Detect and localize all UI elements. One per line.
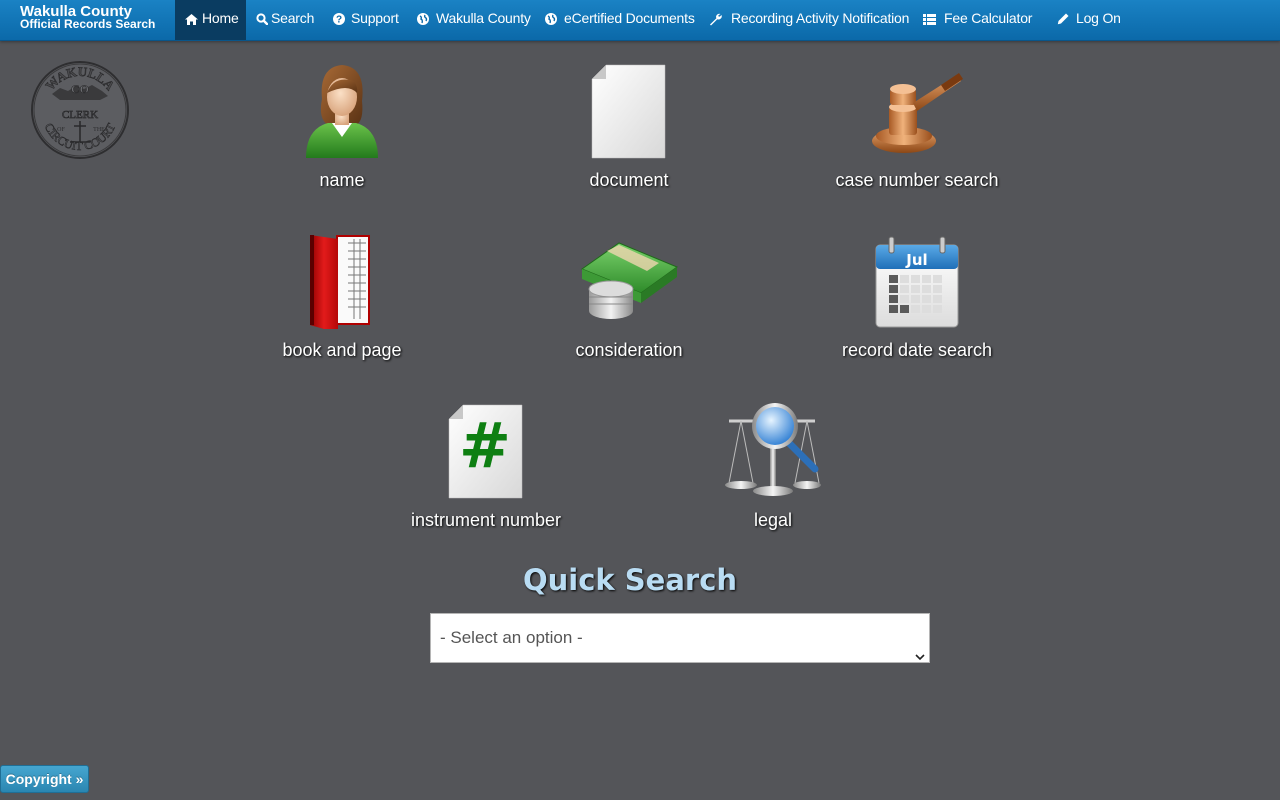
globe-icon <box>417 13 429 26</box>
nav-fee-calculator[interactable]: Fee Calculator <box>923 0 1032 40</box>
question-circle-icon: ? <box>333 13 345 26</box>
search-tile-name[interactable]: name <box>222 59 462 209</box>
nav-home-label: Home <box>202 10 239 26</box>
tile-label-case-number: case number search <box>835 170 999 190</box>
scales-magnifier-icon <box>723 399 823 499</box>
wakulla-clerk-seal-logo: WAKULLA CO CLERK OF THE CIRCUIT COURT <box>30 60 130 160</box>
svg-text:CLERK: CLERK <box>62 109 98 121</box>
hash-document-icon: # <box>436 399 536 499</box>
nav-search-label: Search <box>271 10 315 26</box>
tile-label-instrument-number: instrument number <box>410 510 562 530</box>
search-tile-record-date[interactable]: Jul record date search <box>797 229 1037 379</box>
calendar-icon: Jul <box>867 229 967 329</box>
nav-home[interactable]: Home <box>175 0 246 40</box>
svg-text:Jul: Jul <box>905 251 927 269</box>
person-icon <box>292 59 392 159</box>
nav-support[interactable]: ? Support <box>333 0 399 40</box>
svg-text:?: ? <box>336 15 342 26</box>
nav-recording-activity-label: Recording Activity Notification <box>731 10 910 26</box>
top-navbar: Wakulla County Official Records Search H… <box>0 0 1280 41</box>
nav-wakulla-county[interactable]: Wakulla County <box>417 0 531 40</box>
nav-recording-activity-notification[interactable]: Recording Activity Notification <box>709 0 909 40</box>
nav-fee-calculator-label: Fee Calculator <box>944 10 1033 26</box>
nav-search[interactable]: Search <box>256 0 314 40</box>
copyright-button[interactable]: Copyright » <box>0 765 89 793</box>
search-tile-consideration[interactable]: consideration <box>509 229 749 379</box>
globe-icon <box>545 13 557 26</box>
book-icon <box>292 229 392 333</box>
search-tile-document[interactable]: document <box>509 59 749 209</box>
tile-label-consideration: consideration <box>575 340 683 360</box>
search-icon <box>256 13 268 26</box>
tile-label-document: document <box>589 170 669 190</box>
gavel-icon <box>867 59 967 159</box>
svg-text:CO: CO <box>71 82 89 96</box>
pencil-icon <box>1057 13 1069 25</box>
brand-subtitle: Official Records Search <box>20 17 156 31</box>
search-tile-book-and-page[interactable]: book and page <box>222 229 462 379</box>
svg-text:#: # <box>459 409 511 482</box>
nav-wakulla-county-label: Wakulla County <box>436 10 531 26</box>
tile-label-book-and-page: book and page <box>282 340 402 360</box>
nav-ecertified-documents-label: eCertified Documents <box>564 10 695 26</box>
chevron-down-icon <box>915 633 925 681</box>
quick-search-select[interactable]: - Select an option - <box>430 613 930 663</box>
quick-search-heading: Quick Search <box>522 563 738 597</box>
nav-log-on-label: Log On <box>1076 10 1121 26</box>
tile-label-name: name <box>319 170 365 190</box>
wrench-icon <box>709 13 722 26</box>
search-tile-legal[interactable]: legal <box>653 399 893 549</box>
site-brand[interactable]: Wakulla County Official Records Search <box>20 4 156 31</box>
document-icon <box>579 59 679 159</box>
tile-label-legal: legal <box>753 510 793 530</box>
nav-support-label: Support <box>351 10 399 26</box>
nav-ecertified-documents[interactable]: eCertified Documents <box>545 0 695 40</box>
quick-search-selected-value: - Select an option - <box>440 628 583 647</box>
nav-log-on[interactable]: Log On <box>1057 0 1121 40</box>
tile-label-record-date: record date search <box>841 340 993 360</box>
home-icon <box>185 13 198 25</box>
money-icon <box>579 229 679 329</box>
search-tile-instrument-number[interactable]: # instrument number <box>366 399 606 549</box>
list-icon <box>923 13 936 25</box>
search-tile-case-number[interactable]: case number search <box>797 59 1037 209</box>
